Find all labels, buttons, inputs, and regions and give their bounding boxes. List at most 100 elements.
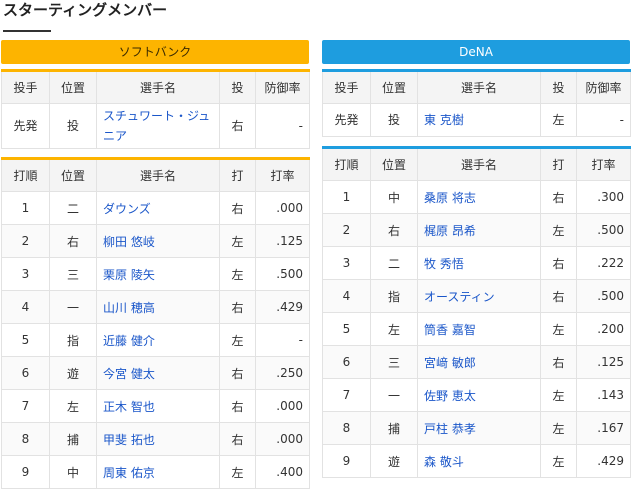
team-panel-softbank: ソフトバンク 投手 位置 選手名 投 防御率 先発 投 スチュワート・ジュニア … <box>1 40 310 489</box>
batting-order: 6 <box>322 345 371 379</box>
bat-hand: 左 <box>540 312 577 346</box>
batting-order: 5 <box>322 312 371 346</box>
position: 右 <box>49 224 97 258</box>
title-underline <box>3 30 51 32</box>
player-name-link[interactable]: 正木 智也 <box>96 389 220 423</box>
batting-average: .200 <box>576 312 631 346</box>
bat-hand: 右 <box>219 290 256 324</box>
position: 右 <box>370 213 418 247</box>
batting-order: 1 <box>322 180 371 214</box>
pitcher-hand: 左 <box>540 103 577 137</box>
bat-hand: 右 <box>540 279 577 313</box>
col-header: 投手 <box>322 70 371 104</box>
col-header: 位置 <box>49 70 97 104</box>
player-name-link[interactable]: 山川 穂高 <box>96 290 220 324</box>
team-header: DeNA <box>322 40 630 64</box>
table-row: 2 右梶原 昂希左 .500 <box>322 213 631 247</box>
table-row: 先発 投 スチュワート・ジュニア 右 - <box>1 103 310 149</box>
col-header: 打 <box>540 147 577 181</box>
col-header: 打順 <box>322 147 371 181</box>
bat-hand: 左 <box>219 455 256 489</box>
col-header: 打順 <box>1 158 50 192</box>
pitcher-position: 投 <box>370 103 418 137</box>
position: 二 <box>49 191 97 225</box>
col-header: 選手名 <box>96 158 220 192</box>
player-name-link[interactable]: 筒香 嘉智 <box>417 312 541 346</box>
team-header: ソフトバンク <box>1 40 309 64</box>
batting-average: .400 <box>255 455 310 489</box>
batting-order: 5 <box>1 323 50 357</box>
player-name-link[interactable]: 今宮 健太 <box>96 356 220 390</box>
batting-order: 7 <box>322 378 371 412</box>
batting-average: .125 <box>255 224 310 258</box>
col-header: 防御率 <box>255 70 310 104</box>
position: 二 <box>370 246 418 280</box>
bat-hand: 左 <box>219 323 256 357</box>
batting-average: .143 <box>576 378 631 412</box>
bat-hand: 右 <box>219 191 256 225</box>
batting-average: .429 <box>576 444 631 478</box>
pitcher-role: 先発 <box>322 103 371 137</box>
batting-average: .000 <box>255 422 310 456</box>
table-row: 9 中周東 佑京左 .400 <box>1 455 310 489</box>
batting-order: 3 <box>1 257 50 291</box>
col-header: 投手 <box>1 70 50 104</box>
table-row: 4 一山川 穂高右 .429 <box>1 290 310 324</box>
position: 中 <box>370 180 418 214</box>
table-row: 3 三栗原 陵矢左 .500 <box>1 257 310 291</box>
table-row: 9遊森 敬斗左 .429 <box>322 444 631 478</box>
batting-order: 1 <box>1 191 50 225</box>
player-name-link[interactable]: 甲斐 拓也 <box>96 422 220 456</box>
pitcher-position: 投 <box>49 103 97 149</box>
table-header-row: 打順 位置 選手名 打 打率 <box>1 158 310 192</box>
batting-order: 7 <box>1 389 50 423</box>
table-row: 3二牧 秀悟右 .222 <box>322 246 631 280</box>
player-name-link[interactable]: 近藤 健介 <box>96 323 220 357</box>
batting-average: .300 <box>576 180 631 214</box>
player-name-link[interactable]: 宮﨑 敏郎 <box>417 345 541 379</box>
table-row: 8 捕戸柱 恭孝左 .167 <box>322 411 631 445</box>
player-name-link[interactable]: ダウンズ <box>96 191 220 225</box>
pitcher-era: - <box>255 103 310 149</box>
pitcher-hand: 右 <box>219 103 256 149</box>
col-header: 選手名 <box>96 70 220 104</box>
page-title: スターティングメンバー <box>3 1 168 19</box>
pitcher-role: 先発 <box>1 103 50 149</box>
player-name-link[interactable]: 戸柱 恭孝 <box>417 411 541 445</box>
pitcher-table: 投手 位置 選手名 投 防御率 先発 投 東 克樹 左 - <box>322 69 631 137</box>
player-name-link[interactable]: 梶原 昂希 <box>417 213 541 247</box>
table-row: 6 遊今宮 健太右 .250 <box>1 356 310 390</box>
batting-average: .000 <box>255 191 310 225</box>
position: 左 <box>370 312 418 346</box>
player-name-link[interactable]: 周東 佑京 <box>96 455 220 489</box>
bat-hand: 右 <box>219 389 256 423</box>
player-name-link[interactable]: 桑原 将志 <box>417 180 541 214</box>
bat-hand: 左 <box>540 213 577 247</box>
position: 遊 <box>370 444 418 478</box>
player-name-link[interactable]: オースティン <box>417 279 541 313</box>
position: 三 <box>49 257 97 291</box>
col-header: 選手名 <box>417 70 541 104</box>
batting-order: 2 <box>1 224 50 258</box>
player-name-link[interactable]: 牧 秀悟 <box>417 246 541 280</box>
col-header: 打率 <box>576 147 631 181</box>
pitcher-name-link[interactable]: 東 克樹 <box>417 103 541 137</box>
batting-average: .429 <box>255 290 310 324</box>
position: 左 <box>49 389 97 423</box>
batter-table: 打順 位置 選手名 打 打率 1 中桑原 将志右 .300 2 右梶原 昂希左 .500… <box>322 146 631 478</box>
pitcher-table: 投手 位置 選手名 投 防御率 先発 投 スチュワート・ジュニア 右 - <box>1 69 310 149</box>
pitcher-name-link[interactable]: スチュワート・ジュニア <box>96 103 220 149</box>
bat-hand: 右 <box>540 345 577 379</box>
table-row: 7 一佐野 恵太左 .143 <box>322 378 631 412</box>
table-row: 先発 投 東 克樹 左 - <box>322 103 631 137</box>
player-name-link[interactable]: 佐野 恵太 <box>417 378 541 412</box>
bat-hand: 左 <box>540 411 577 445</box>
table-row: 1 二ダウンズ右 .000 <box>1 191 310 225</box>
player-name-link[interactable]: 柳田 悠岐 <box>96 224 220 258</box>
table-header-row: 打順 位置 選手名 打 打率 <box>322 147 631 181</box>
batting-order: 8 <box>1 422 50 456</box>
player-name-link[interactable]: 栗原 陵矢 <box>96 257 220 291</box>
player-name-link[interactable]: 森 敬斗 <box>417 444 541 478</box>
col-header: 投 <box>219 70 256 104</box>
position: 三 <box>370 345 418 379</box>
